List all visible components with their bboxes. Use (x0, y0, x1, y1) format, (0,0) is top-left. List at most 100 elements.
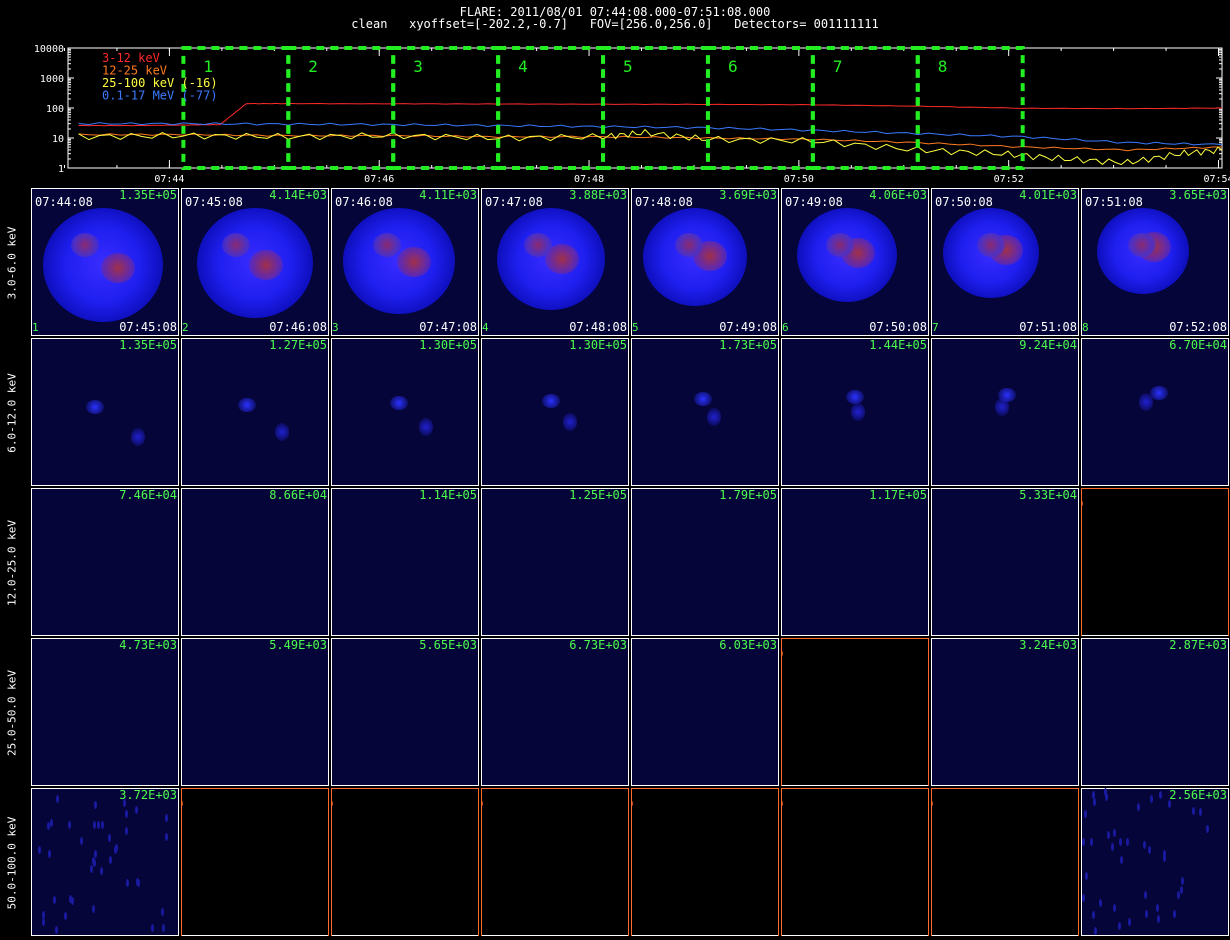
image-panel: 5.33E+04 (931, 488, 1079, 636)
counts-label: 7.46E+04 (119, 488, 177, 502)
noise-speckle (68, 895, 72, 904)
noise-speckle (1199, 808, 1203, 817)
y-tick-label: 100 (46, 104, 64, 115)
noise-speckle (54, 925, 58, 934)
emission-core (101, 253, 135, 283)
axis-tick-label: 10 (331, 800, 334, 808)
emission-blob (851, 403, 865, 421)
noise-speckle (64, 911, 68, 920)
image-panel: 3.24E+03 (931, 638, 1079, 786)
noise-speckle (94, 849, 98, 858)
empty-axes (181, 788, 329, 936)
image-panel: 0246810 (181, 788, 329, 936)
counts-label: 4.14E+03 (269, 188, 327, 202)
noise-speckle (125, 827, 129, 836)
counts-label: 8.66E+04 (269, 488, 327, 502)
emission-core (524, 233, 552, 257)
noise-speckle (1206, 825, 1210, 834)
interval-index: 8 (1082, 321, 1089, 334)
image-panel: 0246810 (481, 788, 629, 936)
noise-speckle (164, 814, 168, 823)
counts-label: 1.35E+05 (119, 188, 177, 202)
counts-label: 5.33E+04 (1019, 488, 1077, 502)
row-label: 12.0-25.0 keV (0, 488, 24, 638)
noise-speckle (1137, 803, 1141, 812)
noise-speckle (1181, 877, 1185, 886)
time-interval-label: 4 (518, 57, 528, 76)
counts-label: 1.14E+05 (419, 488, 477, 502)
noise-speckle (47, 850, 51, 859)
counts-label: 4.11E+03 (419, 188, 477, 202)
time-interval-box (705, 46, 815, 170)
counts-label: 1.35E+05 (119, 338, 177, 352)
empty-axes (631, 788, 779, 936)
image-panel: 4.06E+03 07:49:08 07:50:08 6 (781, 188, 929, 336)
noise-speckle (107, 834, 111, 843)
image-panel: 6.03E+03 (631, 638, 779, 786)
noise-speckle (151, 923, 155, 932)
y-tick-label: 1000 (40, 74, 64, 85)
counts-label: 4.06E+03 (869, 188, 927, 202)
interval-index: 2 (182, 321, 189, 334)
axis-tick-label: 10 (631, 800, 634, 808)
axis-tick-label: 10 (781, 650, 784, 658)
emission-core (826, 233, 854, 257)
noise-speckle (100, 820, 104, 829)
x-tick-label: 07:48 (574, 174, 604, 185)
noise-speckle (1092, 797, 1096, 806)
image-panel: 4.14E+03 07:45:08 07:46:08 2 (181, 188, 329, 336)
time-interval-label: 8 (938, 57, 948, 76)
interval-index: 4 (482, 321, 489, 334)
emission-core (71, 233, 99, 257)
row-label: 50.0-100.0 keV (0, 788, 24, 938)
interval-start-time: 07:51:08 (1085, 195, 1143, 209)
emission-core (397, 247, 431, 277)
interval-end-time: 07:47:08 (419, 320, 477, 334)
image-panel: 4.01E+03 07:50:08 07:51:08 7 (931, 188, 1079, 336)
row-label: 6.0-12.0 keV (0, 338, 24, 488)
counts-label: 6.73E+03 (569, 638, 627, 652)
series-line-0 (78, 102, 1223, 127)
row-label-text: 3.0-6.0 keV (5, 226, 19, 300)
emission-blob (238, 398, 256, 412)
noise-speckle (1113, 829, 1117, 838)
image-panel: 0246810 (781, 638, 929, 786)
interval-index: 7 (932, 321, 939, 334)
noise-speckle (1085, 872, 1089, 881)
counts-label: 4.73E+03 (119, 638, 177, 652)
noise-speckle (1098, 899, 1102, 908)
noise-speckle (94, 800, 98, 809)
image-panel: 8.66E+04 (181, 488, 329, 636)
time-interval-label: 2 (308, 57, 318, 76)
counts-label: 3.69E+03 (719, 188, 777, 202)
emission-core (977, 233, 1005, 257)
counts-label: 1.17E+05 (869, 488, 927, 502)
empty-axes (1081, 488, 1229, 636)
emission-blob (131, 428, 145, 446)
noise-speckle (67, 821, 71, 830)
emission-blob (86, 400, 104, 414)
noise-speckle (1156, 904, 1160, 913)
image-panel: 3.65E+03 07:51:08 07:52:08 8 (1081, 188, 1229, 336)
x-tick-label: 07:54 (1203, 174, 1230, 185)
interval-start-time: 07:47:08 (485, 195, 543, 209)
axis-tick-label: 10 (1081, 500, 1084, 508)
interval-start-time: 07:46:08 (335, 195, 393, 209)
noise-speckle (115, 844, 119, 853)
interval-end-time: 07:48:08 (569, 320, 627, 334)
counts-label: 1.73E+05 (719, 338, 777, 352)
series-line-3 (78, 122, 1223, 146)
image-panel: 0246810 (331, 788, 479, 936)
noise-speckle (1144, 891, 1148, 900)
interval-start-time: 07:45:08 (185, 195, 243, 209)
counts-label: 6.03E+03 (719, 638, 777, 652)
y-tick-label: 1 (58, 164, 64, 175)
noise-speckle (1156, 914, 1160, 923)
emission-blob (846, 390, 864, 404)
noise-speckle (1084, 809, 1088, 818)
emission-core (1128, 233, 1156, 257)
noise-speckle (55, 795, 59, 803)
time-interval-label: 3 (413, 57, 423, 76)
noise-speckle (1191, 807, 1195, 816)
axis-tick-label: 10 (931, 800, 934, 808)
